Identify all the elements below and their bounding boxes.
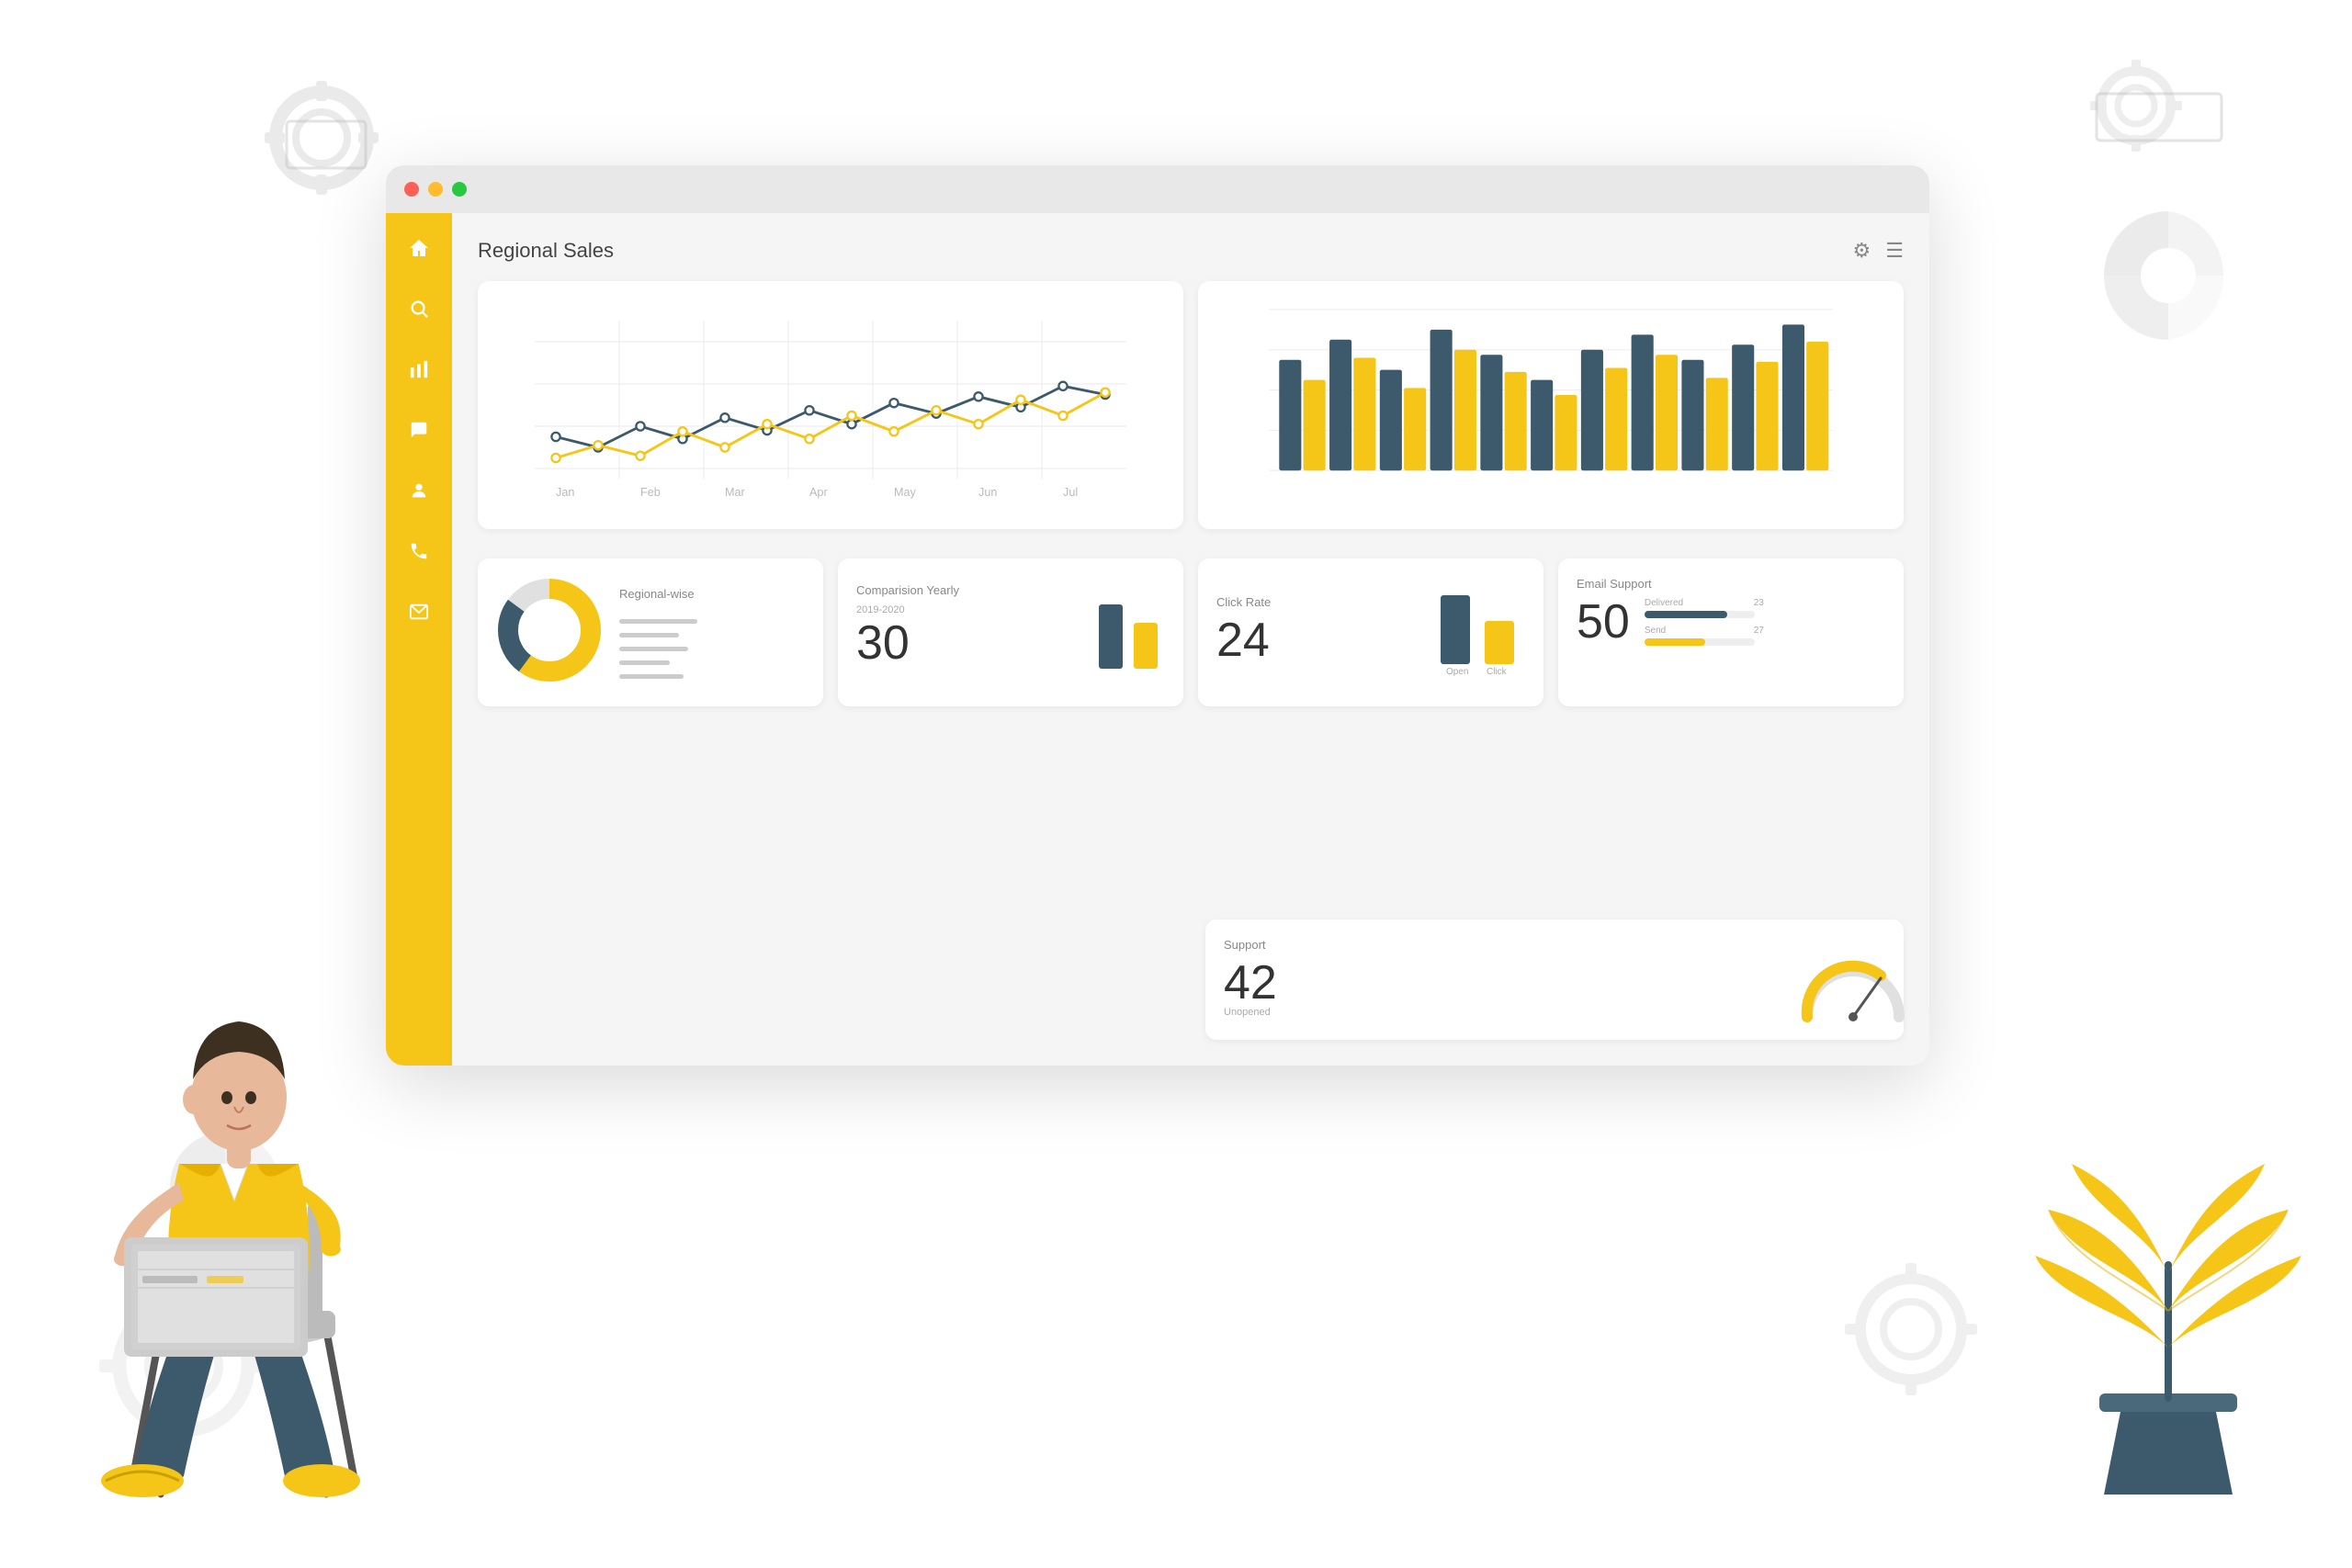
delivered-fill [1645,611,1727,618]
delivered-row: Delivered 23 [1645,598,1885,618]
line-chart-svg: Jan Feb Mar Apr May Jun Jul [496,299,1165,511]
click-rate-left: Click Rate 24 [1216,595,1271,664]
svg-text:May: May [894,486,917,499]
click-rate-bar-svg: Open Click [1433,577,1525,678]
page-title: Regional Sales [478,239,614,263]
dot-green[interactable] [452,182,467,197]
regional-line-1 [619,619,697,624]
comparison-sublabel: 2019-2020 [856,604,959,615]
gauge-container [1793,953,1885,1008]
svg-text:Apr: Apr [809,486,828,499]
dot-red[interactable] [404,182,419,197]
line-chart-card: Jan Feb Mar Apr May Jun Jul [478,281,1183,529]
regional-card-label: Regional-wise [619,587,807,601]
svg-text:Open: Open [1446,667,1468,677]
comparison-card-content: Comparision Yearly 2019-2020 30 [856,577,1165,673]
comparison-bars [1091,577,1165,673]
support-left: Support 42 Unopened [1224,938,1277,1021]
gauge-svg [1793,953,1913,1026]
pie-deco-tr [2095,202,2242,349]
header-actions: ⚙ ☰ [1853,239,1904,263]
send-count: 27 [1754,626,1764,636]
donut-labels: Regional-wise [619,587,807,679]
support-label: Support [1224,938,1277,952]
support-card-positioned: Support 42 Unopened [1205,919,1904,1040]
person-illustration [51,852,436,1513]
rect-deco-tl [285,119,368,170]
email-support-card: Email Support 50 Delivered 23 [1558,558,1904,706]
sidebar-item-search[interactable] [402,292,435,325]
dot-yellow[interactable] [428,182,443,197]
main-content: Regional Sales ⚙ ☰ [452,213,1929,1066]
email-support-bars: Delivered 23 Send 27 [1645,598,1885,646]
charts-grid: Jan Feb Mar Apr May Jun Jul [478,281,1904,544]
send-label: Send [1645,626,1666,636]
regional-line-2 [619,633,679,637]
svg-text:Jun: Jun [978,486,997,499]
comparison-left: Comparision Yearly 2019-2020 30 [856,583,959,667]
sidebar-item-phone[interactable] [402,535,435,568]
gear-decoration-br [1838,1256,1984,1403]
click-rate-content: Click Rate 24 Open Click [1216,577,1525,682]
dashboard-window: Regional Sales ⚙ ☰ [386,165,1929,1066]
comparison-yearly-card: Comparision Yearly 2019-2020 30 [838,558,1183,706]
svg-text:Click: Click [1487,667,1508,677]
delivered-label: Delivered [1645,598,1683,608]
click-rate-number: 24 [1216,616,1271,664]
regional-wise-card: Regional-wise [478,558,823,706]
send-row: Send 27 [1645,626,1885,646]
comparison-number: 30 [856,619,959,667]
svg-text:Feb: Feb [640,486,661,499]
send-track [1645,638,1755,646]
content-header: Regional Sales ⚙ ☰ [478,239,1904,263]
email-support-content: 50 Delivered 23 [1577,598,1885,646]
email-support-number: 50 [1577,598,1630,646]
regional-line-3 [619,647,688,651]
svg-text:Jan: Jan [556,486,574,499]
regional-line-5 [619,674,684,679]
sidebar-item-home[interactable] [402,231,435,265]
regional-lines [619,619,807,679]
line-chart-area: Jan Feb Mar Apr May Jun Jul [496,299,1165,511]
delivered-count: 23 [1754,598,1764,608]
donut-chart-container [494,575,605,690]
bottom-row: Regional-wise Comparision Yearly 2019- [478,558,1904,706]
donut-chart-svg [494,575,605,685]
comparison-label: Comparision Yearly [856,583,959,597]
click-rate-bars: Open Click [1433,577,1525,682]
bar-chart-area [1216,299,1885,511]
click-rate-card: Click Rate 24 Open Click [1198,558,1544,706]
sidebar-item-mail[interactable] [402,595,435,628]
sidebar-item-chat[interactable] [402,413,435,446]
bar-chart-svg [1216,299,1885,511]
gear-icon[interactable]: ⚙ [1853,239,1871,263]
menu-icon[interactable]: ☰ [1885,239,1904,263]
click-rate-label: Click Rate [1216,595,1271,609]
comparison-bar-svg [1091,577,1165,669]
delivered-header: Delivered 23 [1645,598,1764,608]
rect-deco-tr [2095,92,2223,142]
sidebar-item-chart[interactable] [402,353,435,386]
plant-illustration [2030,1054,2306,1513]
svg-text:Jul: Jul [1063,486,1078,499]
title-bar [386,165,1929,213]
support-sublabel: Unopened [1224,1007,1277,1018]
svg-text:Mar: Mar [725,486,745,499]
sidebar-item-user[interactable] [402,474,435,507]
send-fill [1645,638,1705,646]
bar-chart-card [1198,281,1904,529]
regional-line-4 [619,660,670,665]
send-header: Send 27 [1645,626,1764,636]
email-support-label: Email Support [1577,577,1885,591]
delivered-track [1645,611,1755,618]
support-number: 42 [1224,959,1277,1007]
